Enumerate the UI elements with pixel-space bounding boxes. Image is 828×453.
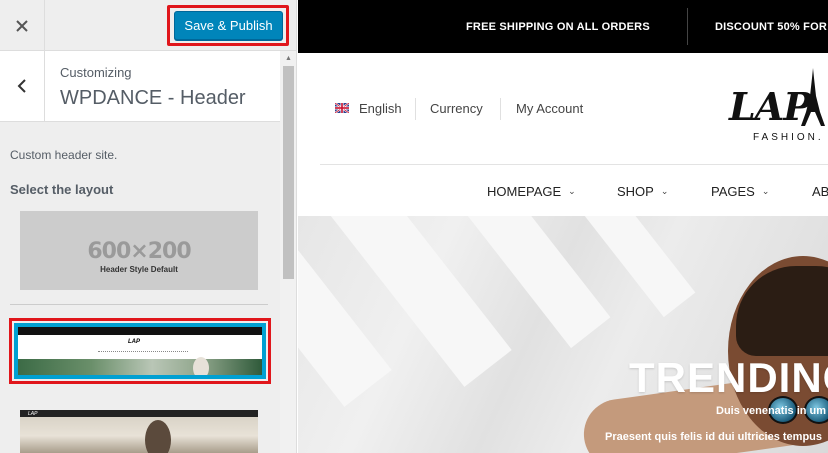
layout-option-selected[interactable]: LAP xyxy=(14,323,266,379)
promo-discount: DISCOUNT 50% FOR C xyxy=(715,21,828,33)
layout-label: Select the layout xyxy=(10,182,114,197)
hero-title: TRENDING xyxy=(629,354,828,401)
nav-label: AB xyxy=(812,184,828,199)
layout-option-alt[interactable]: LAP xyxy=(20,410,258,453)
chevron-down-icon: ⌄ xyxy=(660,186,669,196)
nav-homepage[interactable]: HOMEPAGE ⌄ xyxy=(487,184,576,199)
hero-text: Praesent quis felis id dui ultricies tem… xyxy=(605,431,823,443)
close-icon xyxy=(16,19,28,32)
nav-pages[interactable]: PAGES ⌄ xyxy=(711,184,769,199)
hero-subtitle: Duis venenatis in um xyxy=(716,405,827,417)
uk-flag-icon xyxy=(335,103,349,113)
thumb-person-alt xyxy=(145,420,171,453)
customizer-sidebar: Save & Publish Customizing WPDANCE - Hea… xyxy=(0,0,297,453)
scrollbar-thumb[interactable] xyxy=(283,66,294,279)
language-switcher[interactable]: English xyxy=(359,101,402,116)
nav-about[interactable]: AB xyxy=(812,184,828,199)
customizer-header: Save & Publish xyxy=(0,0,296,51)
layout-option-default[interactable]: 600×200 Header Style Default xyxy=(20,211,258,290)
my-account-link[interactable]: My Account xyxy=(516,101,583,116)
thumb-promo-bar xyxy=(18,327,262,335)
section-description: Custom header site. xyxy=(10,148,118,162)
promo-shipping: FREE SHIPPING ON ALL ORDERS xyxy=(466,21,650,33)
util-divider xyxy=(415,98,416,120)
section-header: Customizing WPDANCE - Header xyxy=(0,51,280,122)
section-title: WPDANCE - Header xyxy=(60,87,246,109)
thumb-logo-alt: LAP xyxy=(28,411,38,417)
currency-switcher[interactable]: Currency xyxy=(430,101,483,116)
promo-divider xyxy=(687,8,688,45)
thumb-person xyxy=(193,357,209,375)
util-divider xyxy=(500,98,501,120)
nav-label: HOMEPAGE xyxy=(487,184,562,199)
eiffel-tower-icon xyxy=(801,68,825,126)
site-preview: FREE SHIPPING ON ALL ORDERS DISCOUNT 50%… xyxy=(298,0,828,453)
close-customizer-button[interactable] xyxy=(0,0,45,51)
chevron-down-icon: ⌄ xyxy=(761,186,770,196)
nav-shop[interactable]: SHOP ⌄ xyxy=(617,184,668,199)
scroll-up-arrow-icon[interactable]: ▲ xyxy=(283,54,294,64)
nav-label: SHOP xyxy=(617,184,654,199)
thumb-logo: LAP xyxy=(128,339,140,345)
hero-banner: TRENDING Duis venenatis in um Praesent q… xyxy=(298,216,828,453)
site-logo[interactable]: LAP FASHION. xyxy=(729,68,828,148)
placeholder-caption: Header Style Default xyxy=(100,265,178,274)
logo-text: LAP xyxy=(729,84,812,129)
breadcrumb: Customizing xyxy=(60,65,132,80)
chevron-down-icon: ⌄ xyxy=(568,186,576,196)
thumb-hero xyxy=(18,359,262,375)
save-publish-button[interactable]: Save & Publish xyxy=(174,11,283,40)
nav-label: PAGES xyxy=(711,184,755,199)
back-button[interactable] xyxy=(0,51,45,121)
hero-model-hair xyxy=(736,266,828,356)
nav-divider xyxy=(320,164,828,165)
chevron-left-icon xyxy=(17,79,26,93)
placeholder-size-text: 600×200 xyxy=(87,239,191,264)
logo-subtitle: FASHION. xyxy=(753,132,824,143)
divider xyxy=(10,304,268,305)
thumb-nav xyxy=(98,351,188,353)
promo-bar: FREE SHIPPING ON ALL ORDERS DISCOUNT 50%… xyxy=(298,0,828,53)
